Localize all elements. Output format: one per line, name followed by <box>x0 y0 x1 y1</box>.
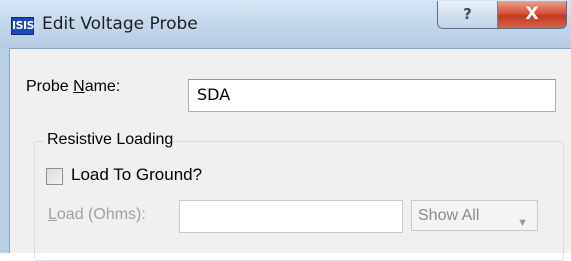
load-ohms-input[interactable] <box>179 200 403 233</box>
probe-name-input[interactable]: SDA <box>188 79 556 112</box>
show-all-select-value: Show All <box>418 207 480 224</box>
app-icon: ISIS <box>11 17 35 35</box>
close-button[interactable]: X <box>498 1 566 28</box>
probe-name-label: Probe Name: <box>26 78 121 95</box>
caption-buttons: ? X <box>437 1 567 29</box>
dialog-client-area: Probe Name: SDA Resistive Loading Load T… <box>9 48 571 261</box>
window-title: Edit Voltage Probe <box>42 14 198 34</box>
help-button[interactable]: ? <box>438 1 498 28</box>
resistive-loading-title: Resistive Loading <box>44 131 177 149</box>
load-to-ground-label[interactable]: Load To Ground? <box>71 165 202 185</box>
title-bar[interactable]: ISIS Edit Voltage Probe ? X <box>0 0 571 48</box>
load-to-ground-checkbox[interactable] <box>46 168 63 185</box>
dialog-window: ISIS Edit Voltage Probe ? X Probe Name: … <box>0 0 571 261</box>
show-all-select[interactable]: Show All ▼ <box>411 200 538 231</box>
load-ohms-label: Load (Ohms): <box>48 206 146 223</box>
chevron-down-icon: ▼ <box>517 217 528 229</box>
